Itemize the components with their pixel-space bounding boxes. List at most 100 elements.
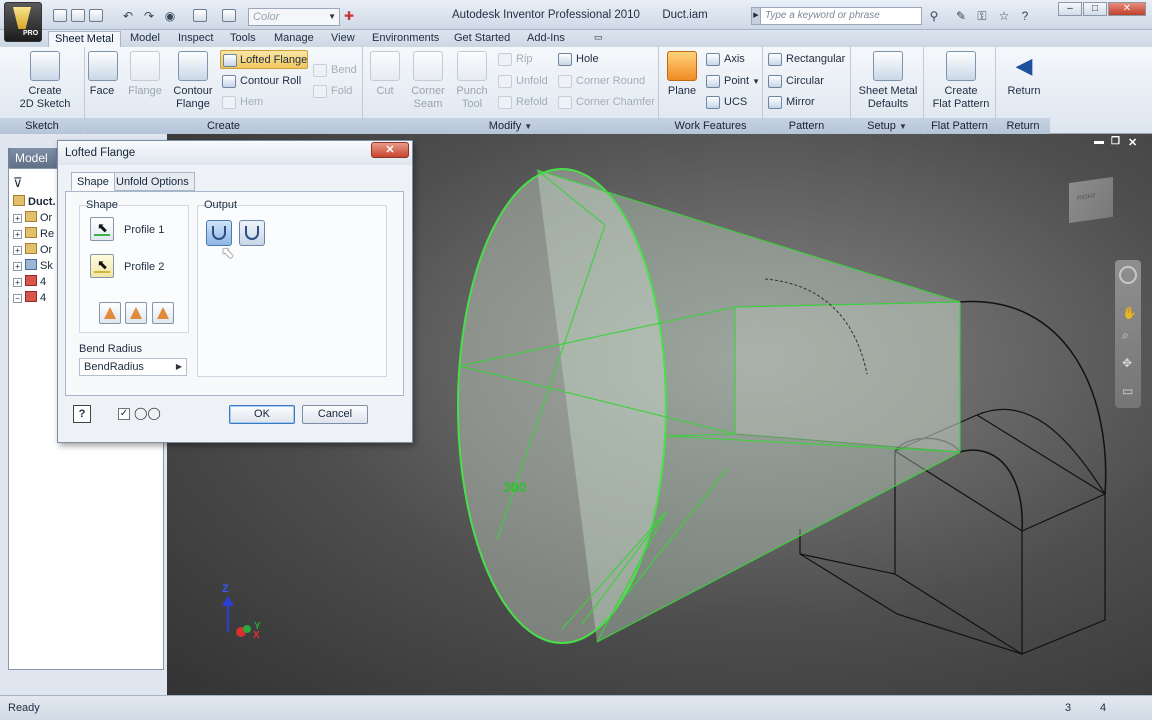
undo-icon[interactable]: ↶ [120,8,136,24]
contour-roll-button[interactable]: Contour Roll [220,72,301,91]
new-file-icon[interactable] [53,9,67,22]
cancel-button[interactable]: Cancel [302,405,368,424]
application-menu-button[interactable]: PRO [4,2,42,42]
help-button[interactable]: ? [73,405,91,423]
minimize-button[interactable]: – [1058,2,1082,16]
panel-label-setup[interactable]: Setup ▼ [851,118,923,134]
profile2-select-button[interactable]: ⬉ [90,254,114,278]
viewport-minimize-icon[interactable]: ▬ [1094,136,1104,147]
tab-shape[interactable]: Shape [71,172,115,191]
panel-label-modify[interactable]: Modify ▼ [363,118,658,134]
filter-icon[interactable]: ⊽ [13,175,23,191]
sheet-metal-defaults-button[interactable]: Sheet Metal Defaults [855,51,921,111]
viewport-restore-icon[interactable]: ❐ [1111,136,1120,147]
contour-flange-button[interactable]: Contour Flange [171,51,215,111]
face-button[interactable]: Face [88,51,118,98]
tab-view[interactable]: View [325,31,361,47]
open-file-icon[interactable] [71,9,85,22]
rectangular-pattern-button[interactable]: Rectangular [766,50,845,69]
dimension-label[interactable]: 300 [503,479,526,495]
plane-button[interactable]: Plane [664,51,700,98]
point-button[interactable]: Point ▼ [704,72,760,91]
window-title: Autodesk Inventor Professional 2010 Duct… [452,9,708,21]
browser-model-tab[interactable]: Model [10,148,56,168]
binoculars-icon[interactable]: ⚲ [926,8,942,24]
return-button[interactable]: ◀ Return [1002,51,1046,98]
bend-radius-field[interactable]: BendRadius ▶ [79,358,187,376]
refold-button[interactable]: Refold [496,93,548,112]
look-at-icon[interactable]: ▭ [1122,384,1133,398]
viewport-close-icon[interactable]: ✕ [1128,136,1137,149]
tab-add-ins[interactable]: Add-Ins [521,31,571,47]
rip-button[interactable]: Rip [496,50,533,69]
return-arrow-icon: ◀ [1015,53,1033,78]
create-flat-pattern-button[interactable]: Create Flat Pattern [928,51,994,111]
axis-triad [222,596,251,637]
fold-icon [313,85,327,98]
mirror-button[interactable]: Mirror [766,93,815,112]
tab-inspect[interactable]: Inspect [172,31,219,47]
tab-model[interactable]: Model [124,31,166,47]
select-icon[interactable]: ◉ [162,8,178,24]
preview-checkbox[interactable]: ✓ [118,408,130,420]
hem-button[interactable]: Hem [220,93,263,112]
zoom-icon[interactable]: ⌕ [1122,328,1129,343]
ucs-icon [706,96,720,109]
favorites-icon[interactable]: ☆ [996,8,1012,24]
flip-side-2-icon[interactable] [125,302,147,324]
lofted-flange-icon [223,54,237,67]
flange-icon [130,51,160,81]
punch-tool-button[interactable]: Punch Tool [454,51,490,111]
orbit-icon[interactable]: ✥ [1122,356,1132,370]
tab-get-started[interactable]: Get Started [448,31,516,47]
tab-environments[interactable]: Environments [366,31,445,47]
hole-button[interactable]: Hole [556,50,599,69]
redo-icon[interactable]: ↷ [141,8,157,24]
help-icon[interactable]: ? [1017,8,1033,24]
corner-round-button[interactable]: Corner Round [556,72,645,91]
refold-icon [498,96,512,109]
profile1-select-button[interactable]: ⬉ [90,217,114,241]
update-icon[interactable] [193,9,207,22]
panel-label-work-features: Work Features [659,118,762,134]
search-input[interactable]: Type a keyword or phrase [760,7,922,25]
plane-icon [667,51,697,81]
corner-chamfer-button[interactable]: Corner Chamfer [556,93,655,112]
cut-button[interactable]: Cut [369,51,401,98]
dialog-close-button[interactable]: ✕ [371,142,409,158]
ribbon-minimize-icon[interactable]: ▭ [588,31,609,47]
fold-button[interactable]: Fold [311,82,352,101]
face-icon [88,51,118,81]
axis-button[interactable]: Axis [704,50,745,69]
add-icon[interactable]: ✚ [341,8,357,24]
close-window-button[interactable]: ✕ [1108,2,1146,16]
point-icon [706,75,720,88]
maximize-button[interactable]: □ [1083,2,1107,16]
project-icon[interactable] [222,9,236,22]
create-2d-sketch-button[interactable]: Create 2D Sketch [12,51,78,111]
tools-icon[interactable]: ✎ [953,8,969,24]
press-brake-output-button[interactable] [239,220,265,246]
flip-both-icon[interactable] [152,302,174,324]
flange-button[interactable]: Flange [127,51,163,98]
viewcube[interactable]: RIGHT [1069,176,1113,224]
key-icon[interactable]: ⚿ [974,8,990,24]
unfold-button[interactable]: Unfold [496,72,548,91]
tab-manage[interactable]: Manage [268,31,320,47]
tab-sheet-metal[interactable]: Sheet Metal [48,31,121,47]
pan-icon[interactable]: ✋ [1122,306,1137,320]
part-icon [25,275,37,286]
mouse-cursor-icon: ⬉ [221,245,235,262]
steering-wheel-icon[interactable] [1119,266,1137,284]
lofted-flange-button[interactable]: Lofted Flange [220,50,309,69]
circular-pattern-button[interactable]: Circular [766,72,824,91]
color-combo[interactable]: Color ▼ [248,8,340,26]
corner-seam-button[interactable]: Corner Seam [410,51,446,111]
bend-button[interactable]: Bend [311,61,357,80]
save-icon[interactable] [89,9,103,22]
flip-side-1-icon[interactable] [99,302,121,324]
ucs-button[interactable]: UCS [704,93,747,112]
tab-tools[interactable]: Tools [224,31,262,47]
ok-button[interactable]: OK [229,405,295,424]
tab-unfold-options[interactable]: Unfold Options [110,172,195,191]
